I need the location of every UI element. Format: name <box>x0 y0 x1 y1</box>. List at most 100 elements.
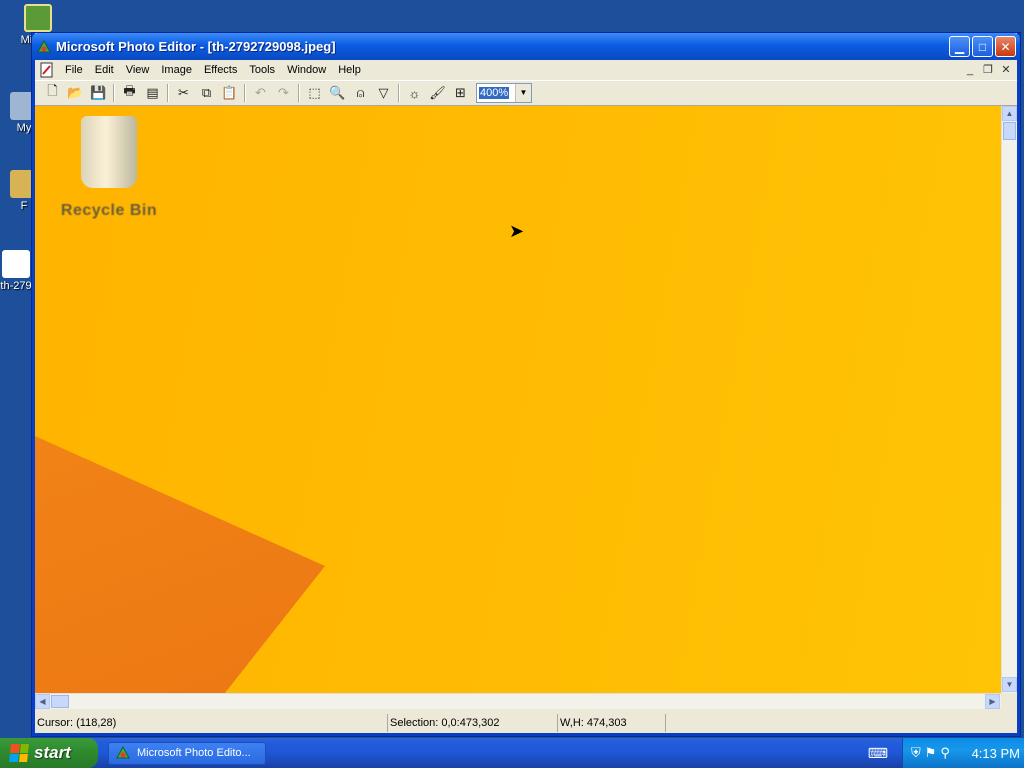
menu-file[interactable]: File <box>59 60 89 80</box>
status-selection: Selection: 0,0:473,302 <box>388 714 558 732</box>
horizontal-scroll-thumb[interactable] <box>51 695 69 708</box>
redo-button[interactable]: ↷ <box>272 82 295 104</box>
zoom-select[interactable]: 400% ▼ <box>476 83 532 103</box>
select-rectangle-icon: ⬚ <box>308 85 321 100</box>
taskbar: start Microsoft Photo Edito... ⌨ ⛨ ⚑ ⚲ 4… <box>0 738 1024 768</box>
scroll-up-icon[interactable]: ▲ <box>1002 106 1017 121</box>
select-tool-button[interactable]: ⬚ <box>303 82 326 104</box>
recycle-bin-label: Recycle Bin <box>60 202 158 219</box>
security-shield-icon[interactable]: ⛨ <box>911 745 921 761</box>
toolbar-separator <box>167 84 169 102</box>
auto-balance-button[interactable]: ☼ <box>403 82 426 104</box>
photo-editor-window: Microsoft Photo Editor - [th-2792729098.… <box>32 33 1020 736</box>
funnel-icon: ▽ <box>378 85 389 100</box>
paste-button[interactable]: 📋 <box>218 82 241 104</box>
toolbar-separator <box>298 84 300 102</box>
menu-tools[interactable]: Tools <box>243 60 281 80</box>
new-file-icon: 🗋 <box>47 83 58 98</box>
properties-icon: ⊞ <box>455 85 466 100</box>
image-canvas[interactable]: Recycle Bin ➤ <box>35 106 1001 693</box>
sun-icon: ☼ <box>408 85 421 101</box>
doc-minimize-icon[interactable]: _ <box>961 62 979 78</box>
recycle-bin-image: Recycle Bin <box>49 116 169 220</box>
start-button[interactable]: start <box>0 738 98 768</box>
document-icon[interactable] <box>39 62 55 78</box>
title-bar[interactable]: Microsoft Photo Editor - [th-2792729098.… <box>32 33 1020 60</box>
undo-icon: ↶ <box>255 85 266 100</box>
menu-help[interactable]: Help <box>332 60 367 80</box>
scroll-left-icon[interactable]: ◀ <box>35 694 50 709</box>
cut-button[interactable]: ✂ <box>172 82 195 104</box>
close-icon: ✕ <box>1000 39 1011 54</box>
menu-view[interactable]: View <box>120 60 156 80</box>
horizontal-scrollbar[interactable]: ◀ ▶ <box>35 693 1001 709</box>
toolbar-separator <box>113 84 115 102</box>
keyboard-icon[interactable]: ⌨ <box>868 745 888 762</box>
doc-restore-icon[interactable]: ❐ <box>979 62 997 78</box>
properties-button[interactable]: ⊞ <box>449 82 472 104</box>
status-bar: Cursor: (118,28) Selection: 0,0:473,302 … <box>35 713 1017 733</box>
image-viewport: Recycle Bin ➤ ▲ ▼ ◀ ▶ <box>35 106 1017 709</box>
touch-up-button[interactable]: 🖌 <box>426 82 449 104</box>
outlook-icon <box>24 4 52 32</box>
toolbar: 🗋 📂 💾 🖶 ▤ ✂ ⧉ 📋 ↶ ↷ ⬚ 🔍 ⍝ ▽ ☼ 🖌 ⊞ 400% ▼ <box>35 80 1017 106</box>
scroll-down-icon[interactable]: ▼ <box>1002 677 1017 692</box>
print-button[interactable]: 🖶 <box>118 82 141 104</box>
menu-window[interactable]: Window <box>281 60 332 80</box>
toolbar-separator <box>398 84 400 102</box>
image-file-icon <box>2 250 30 278</box>
maximize-icon: □ <box>978 39 987 54</box>
doc-close-icon[interactable]: ✕ <box>997 62 1015 78</box>
network-icon[interactable]: ⚑ <box>925 745 937 761</box>
document-window-controls: _ ❐ ✕ <box>961 62 1015 78</box>
undo-button[interactable]: ↶ <box>249 82 272 104</box>
system-tray: ⛨ ⚑ ⚲ 4:13 PM <box>902 738 1024 768</box>
menu-effects[interactable]: Effects <box>198 60 243 80</box>
vertical-scroll-thumb[interactable] <box>1003 122 1016 140</box>
transparency-tool-button[interactable]: ▽ <box>372 82 395 104</box>
close-button[interactable]: ✕ <box>995 36 1016 57</box>
print-icon: 🖶 <box>123 83 136 98</box>
recycle-bin-icon <box>81 116 137 188</box>
windows-logo-icon <box>9 744 29 762</box>
stamp-tool-button[interactable]: ⍝ <box>349 82 372 104</box>
cut-icon: ✂ <box>178 85 189 100</box>
copy-icon: ⧉ <box>201 85 212 100</box>
menu-edit[interactable]: Edit <box>89 60 120 80</box>
taskbar-button-label: Microsoft Photo Edito... <box>137 747 251 759</box>
minimize-icon: ▁ <box>954 39 965 54</box>
taskbar-button-photo-editor[interactable]: Microsoft Photo Edito... <box>108 741 266 765</box>
menu-bar: File Edit View Image Effects Tools Windo… <box>35 60 1017 80</box>
window-title: Microsoft Photo Editor - [th-2792729098.… <box>56 39 336 54</box>
new-button[interactable]: 🗋 <box>41 82 64 104</box>
status-size: W,H: 474,303 <box>558 714 666 732</box>
scan-button[interactable]: ▤ <box>141 82 164 104</box>
redo-icon: ↷ <box>278 85 289 100</box>
photo-editor-app-icon <box>37 39 51 52</box>
scrollbar-corner <box>1001 693 1017 709</box>
chevron-down-icon[interactable]: ▼ <box>515 84 531 102</box>
start-label: start <box>34 743 71 762</box>
search-icon[interactable]: ⚲ <box>940 745 950 761</box>
clock[interactable]: 4:13 PM <box>972 746 1020 761</box>
copy-button[interactable]: ⧉ <box>195 82 218 104</box>
maximize-button[interactable]: □ <box>972 36 993 57</box>
menu-image[interactable]: Image <box>155 60 198 80</box>
scroll-right-icon[interactable]: ▶ <box>985 694 1000 709</box>
stamp-icon: ⍝ <box>356 85 365 100</box>
status-cursor: Cursor: (118,28) <box>35 714 388 732</box>
magnifier-icon: 🔍 <box>329 85 346 100</box>
toolbar-separator <box>244 84 246 102</box>
brush-icon: 🖌 <box>429 85 446 100</box>
scanner-icon: ▤ <box>146 85 159 100</box>
vertical-scrollbar[interactable]: ▲ ▼ <box>1001 106 1017 693</box>
save-icon: 💾 <box>90 85 107 100</box>
paste-icon: 📋 <box>221 85 238 100</box>
orange-shape <box>35 436 325 693</box>
zoom-value[interactable]: 400% <box>477 87 515 99</box>
zoom-tool-button[interactable]: 🔍 <box>326 82 349 104</box>
photo-editor-app-icon <box>116 745 130 759</box>
minimize-button[interactable]: ▁ <box>949 36 970 57</box>
save-button[interactable]: 💾 <box>87 82 110 104</box>
open-button[interactable]: 📂 <box>64 82 87 104</box>
